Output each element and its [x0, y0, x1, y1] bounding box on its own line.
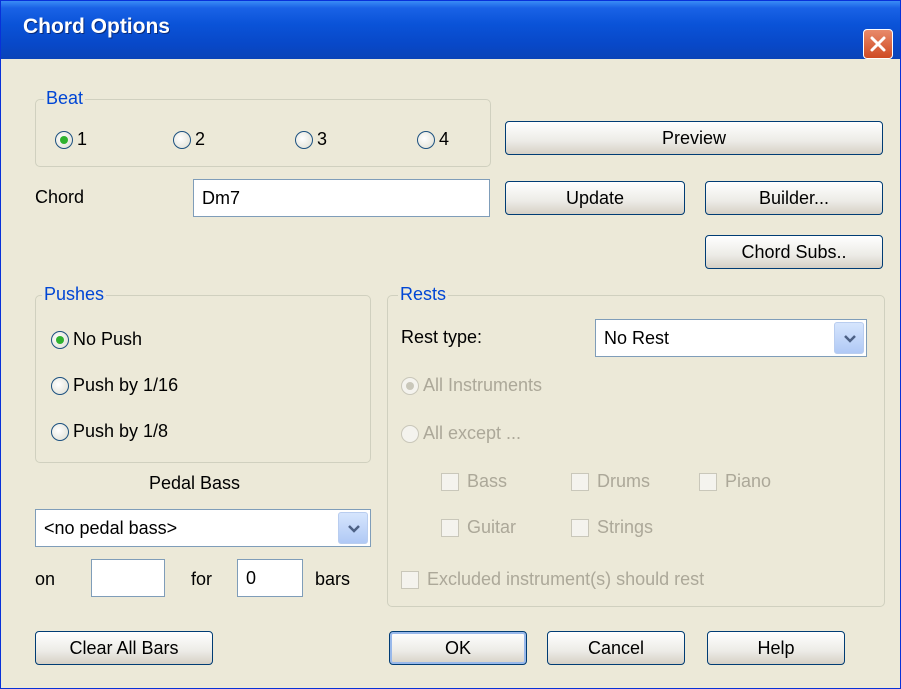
pedal-bass-value: <no pedal bass>: [44, 518, 178, 538]
chevron-down-icon: [348, 525, 360, 533]
rest-radio-all-instruments[interactable]: All Instruments: [401, 375, 542, 396]
pedal-bass-heading: Pedal Bass: [149, 473, 241, 493]
instrument-label: Drums: [597, 471, 650, 491]
rests-legend: Rests: [398, 284, 449, 305]
beat-radio-3[interactable]: 3: [295, 129, 327, 150]
rest-radio-all-except[interactable]: All except ...: [401, 423, 521, 444]
help-button[interactable]: Help: [707, 631, 845, 665]
checkbox-icon: [441, 472, 459, 491]
window-title: Chord Options: [23, 15, 170, 38]
rest-option-label: All except ...: [423, 423, 522, 443]
pedal-bass-select[interactable]: <no pedal bass>: [35, 509, 371, 547]
pushes-legend: Pushes: [42, 284, 107, 305]
checkbox-icon: [571, 472, 589, 491]
checkbox-icon: [571, 518, 589, 537]
radio-icon: [173, 130, 191, 149]
push-option-label: Push by 1/16: [73, 375, 179, 395]
checkbox-bass[interactable]: Bass: [441, 471, 507, 492]
on-bar-input[interactable]: [91, 559, 165, 597]
for-bars-input[interactable]: 0: [237, 559, 303, 597]
checkbox-strings[interactable]: Strings: [571, 517, 653, 538]
checkbox-excluded-rest[interactable]: Excluded instrument(s) should rest: [401, 569, 704, 590]
radio-icon: [51, 422, 69, 441]
for-label: for: [191, 569, 213, 589]
instrument-label: Guitar: [467, 517, 517, 537]
push-option-label: No Push: [73, 329, 143, 349]
checkbox-piano[interactable]: Piano: [699, 471, 771, 492]
preview-button[interactable]: Preview: [505, 121, 883, 155]
rest-option-label: All Instruments: [423, 375, 543, 395]
rest-type-value: No Rest: [604, 328, 670, 348]
radio-selected-icon: [55, 130, 73, 149]
close-icon: [870, 36, 886, 52]
instrument-label: Strings: [597, 517, 654, 537]
excluded-label: Excluded instrument(s) should rest: [427, 569, 705, 589]
cancel-button[interactable]: Cancel: [547, 631, 685, 665]
radio-icon: [401, 424, 419, 443]
beat-radio-4[interactable]: 4: [417, 129, 449, 150]
beat-legend: Beat: [44, 88, 86, 109]
beat-radio-1[interactable]: 1: [55, 129, 87, 150]
push-radio-no-push[interactable]: No Push: [51, 329, 142, 350]
checkbox-guitar[interactable]: Guitar: [441, 517, 516, 538]
title-bar[interactable]: Chord Options: [1, 1, 900, 59]
radio-icon: [417, 130, 435, 149]
radio-selected-icon: [51, 330, 69, 349]
checkbox-icon: [699, 472, 717, 491]
chord-label: Chord: [35, 187, 85, 207]
push-radio-1-8[interactable]: Push by 1/8: [51, 421, 168, 442]
beat-radio-2[interactable]: 2: [173, 129, 205, 150]
radio-icon: [51, 376, 69, 395]
radio-selected-icon: [401, 376, 419, 395]
on-label: on: [35, 569, 56, 589]
beat-option-label: 4: [439, 129, 450, 149]
checkbox-icon: [441, 518, 459, 537]
beat-option-label: 2: [195, 129, 206, 149]
rest-type-select[interactable]: No Rest: [595, 319, 867, 357]
ok-button[interactable]: OK: [389, 631, 527, 665]
checkbox-drums[interactable]: Drums: [571, 471, 650, 492]
dropdown-button[interactable]: [834, 322, 864, 354]
chord-options-dialog: Chord Options Beat 1 2 3 4 Preview Chord…: [0, 0, 901, 689]
rest-type-label: Rest type:: [401, 327, 483, 347]
dropdown-button[interactable]: [338, 512, 368, 544]
builder-button[interactable]: Builder...: [705, 181, 883, 215]
update-button[interactable]: Update: [505, 181, 685, 215]
chevron-down-icon: [844, 335, 856, 343]
push-radio-1-16[interactable]: Push by 1/16: [51, 375, 178, 396]
checkbox-icon: [401, 570, 419, 589]
radio-icon: [295, 130, 313, 149]
chord-input[interactable]: Dm7: [193, 179, 490, 217]
beat-option-label: 1: [77, 129, 88, 149]
chord-subs-button[interactable]: Chord Subs..: [705, 235, 883, 269]
instrument-label: Piano: [725, 471, 772, 491]
bars-label: bars: [315, 569, 351, 589]
beat-option-label: 3: [317, 129, 328, 149]
close-button[interactable]: [863, 29, 893, 59]
instrument-label: Bass: [467, 471, 508, 491]
push-option-label: Push by 1/8: [73, 421, 169, 441]
clear-all-bars-button[interactable]: Clear All Bars: [35, 631, 213, 665]
